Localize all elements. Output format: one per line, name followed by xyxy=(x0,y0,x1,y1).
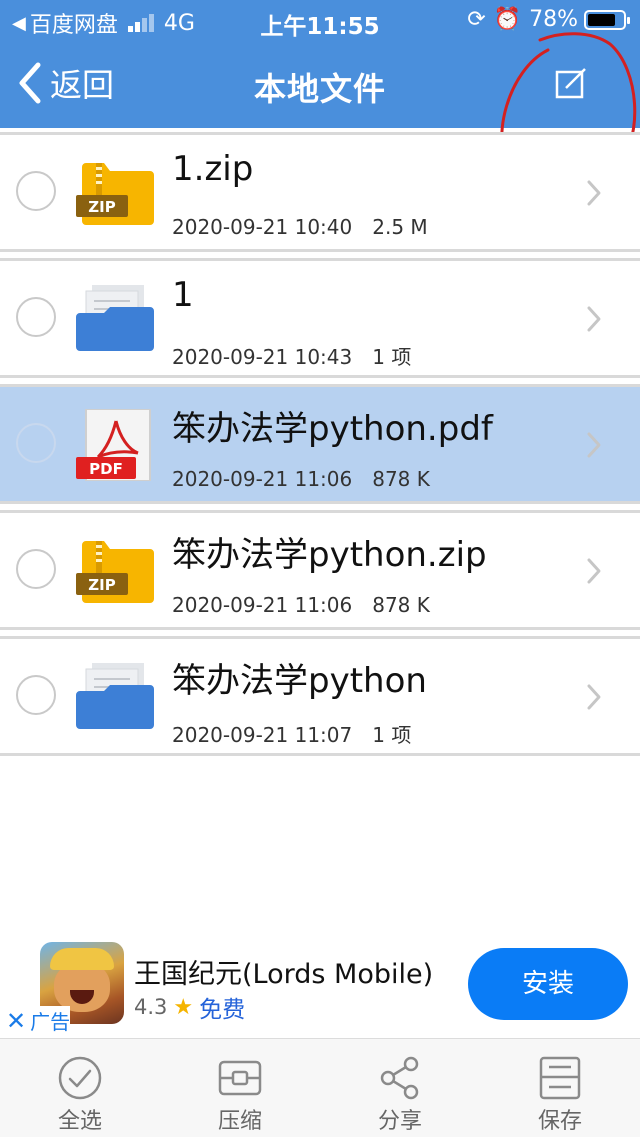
file-meta: 2020-09-21 10:43 1 项 xyxy=(172,341,411,370)
select-all-button[interactable]: 全选 xyxy=(30,1055,130,1135)
select-radio[interactable] xyxy=(16,675,56,715)
pdf-file-icon: PDF xyxy=(76,409,151,481)
compress-icon xyxy=(218,1060,262,1096)
select-all-label: 全选 xyxy=(57,1109,102,1134)
ad-price: 免费 xyxy=(199,997,246,1023)
file-info: 878 K xyxy=(372,593,430,617)
chevron-right-icon xyxy=(587,180,601,206)
compress-label: 压缩 xyxy=(217,1109,262,1134)
folder-icon xyxy=(76,285,154,351)
star-icon: ★ xyxy=(173,994,194,1020)
file-date: 2020-09-21 11:06 xyxy=(172,593,353,617)
file-row[interactable]: ZIP 1.zip 2020-09-21 10:40 2.5 M xyxy=(0,132,640,252)
ad-subtitle: 4.3 ★ 免费 xyxy=(134,990,245,1024)
battery-icon xyxy=(584,9,630,30)
ad-title: 王国纪元(Lords Mobile) xyxy=(134,959,434,990)
file-date: 2020-09-21 10:40 xyxy=(172,215,353,239)
install-button[interactable]: 安装 xyxy=(468,948,628,1020)
battery-percent: 78% xyxy=(529,7,578,32)
alarm-icon: ⏰ xyxy=(493,7,522,32)
file-meta: 2020-09-21 11:06 878 K xyxy=(172,467,430,491)
file-row[interactable]: 笨办法学python 2020-09-21 11:07 1 项 xyxy=(0,636,640,756)
svg-text:ZIP: ZIP xyxy=(88,576,115,594)
ad-label: 广告 xyxy=(30,1010,71,1034)
ad-banner[interactable]: 王国纪元(Lords Mobile) 4.3 ★ 免费 ✕ 广告 安装 xyxy=(0,940,640,1036)
chevron-right-icon xyxy=(587,558,601,584)
file-meta: 2020-09-21 11:07 1 项 xyxy=(172,719,411,748)
file-date: 2020-09-21 11:07 xyxy=(172,723,353,747)
check-circle-icon xyxy=(58,1056,102,1100)
share-label: 分享 xyxy=(377,1109,422,1134)
share-icon xyxy=(380,1056,419,1100)
ad-rating: 4.3 xyxy=(134,995,168,1019)
file-name: 笨办法学python xyxy=(172,661,427,701)
svg-text:PDF: PDF xyxy=(89,460,123,478)
file-meta: 2020-09-21 11:06 878 K xyxy=(172,593,430,617)
file-info: 1 项 xyxy=(372,723,412,747)
rotation-lock-icon: ⟳ xyxy=(467,7,486,32)
save-button[interactable]: 保存 xyxy=(510,1055,610,1135)
file-info: 2.5 M xyxy=(372,215,428,239)
file-name: 笨办法学python.pdf xyxy=(172,409,493,449)
chevron-right-icon xyxy=(587,306,601,332)
select-radio[interactable] xyxy=(16,423,56,463)
zip-file-icon: ZIP xyxy=(76,541,154,603)
chevron-right-icon xyxy=(587,432,601,458)
ad-close-button[interactable]: ✕ 广告 xyxy=(6,1006,71,1035)
file-row[interactable]: ZIP 笨办法学python.zip 2020-09-21 11:06 878 K xyxy=(0,510,640,630)
svg-text:ZIP: ZIP xyxy=(88,198,115,216)
share-button[interactable]: 分享 xyxy=(350,1055,450,1135)
file-meta: 2020-09-21 10:40 2.5 M xyxy=(172,215,428,239)
save-icon xyxy=(539,1056,581,1100)
bottom-toolbar: 全选 压缩 分享 保存 xyxy=(0,1038,640,1137)
file-info: 878 K xyxy=(372,467,430,491)
file-row[interactable]: PDF 笨办法学python.pdf 2020-09-21 11:06 878 K xyxy=(0,384,640,504)
select-radio[interactable] xyxy=(16,171,56,211)
zip-file-icon: ZIP xyxy=(76,163,154,225)
file-name: 1 xyxy=(172,275,194,315)
close-icon: ✕ xyxy=(6,1006,27,1035)
compress-button[interactable]: 压缩 xyxy=(190,1055,290,1135)
file-name: 1.zip xyxy=(172,149,254,189)
save-label: 保存 xyxy=(537,1109,582,1134)
file-row[interactable]: 1 2020-09-21 10:43 1 项 xyxy=(0,258,640,378)
chevron-right-icon xyxy=(587,684,601,710)
file-list: ZIP 1.zip 2020-09-21 10:40 2.5 M 1 2020-09-21… xyxy=(0,128,640,756)
file-date: 2020-09-21 11:06 xyxy=(172,467,353,491)
file-info: 1 项 xyxy=(372,345,412,369)
file-name: 笨办法学python.zip xyxy=(172,535,487,575)
select-radio[interactable] xyxy=(16,549,56,589)
folder-icon xyxy=(76,663,154,729)
select-radio[interactable] xyxy=(16,297,56,337)
status-right: ⟳ ⏰ 78% xyxy=(467,7,630,32)
file-date: 2020-09-21 10:43 xyxy=(172,345,353,369)
